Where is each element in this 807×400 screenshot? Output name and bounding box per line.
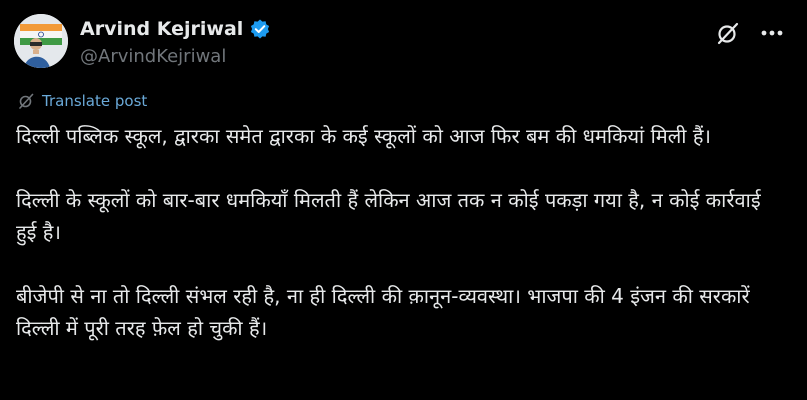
translate-post-link[interactable]: Translate post <box>18 92 147 110</box>
more-options-button[interactable] <box>757 20 787 46</box>
author-handle[interactable]: @ArvindKejriwal <box>80 46 271 67</box>
grok-icon <box>717 22 739 45</box>
post-paragraph-3: बीजेपी से ना तो दिल्ली संभल रही है, ना ह… <box>16 284 757 340</box>
verified-badge-icon <box>249 18 271 40</box>
author-name[interactable]: Arvind Kejriwal <box>80 18 243 40</box>
translate-icon <box>19 93 34 109</box>
more-icon <box>761 30 783 36</box>
avatar[interactable] <box>14 14 68 68</box>
post-header: Arvind Kejriwal @ArvindKejriwal <box>14 12 793 72</box>
name-row: Arvind Kejriwal <box>80 16 271 42</box>
translate-post-label: Translate post <box>42 92 148 110</box>
post-card: Arvind Kejriwal @ArvindKejriwal Translat… <box>0 0 807 400</box>
post-paragraph-2: दिल्ली के स्कूलों को बार-बार धमकियाँ मिल… <box>16 188 768 244</box>
avatar-image <box>14 14 68 68</box>
author-identity: Arvind Kejriwal @ArvindKejriwal <box>80 16 271 67</box>
post-paragraph-1: दिल्ली पब्लिक स्कूल, द्वारका समेत द्वारक… <box>16 124 712 148</box>
grok-button[interactable] <box>715 20 741 46</box>
post-text: दिल्ली पब्लिक स्कूल, द्वारका समेत द्वारक… <box>16 120 786 344</box>
